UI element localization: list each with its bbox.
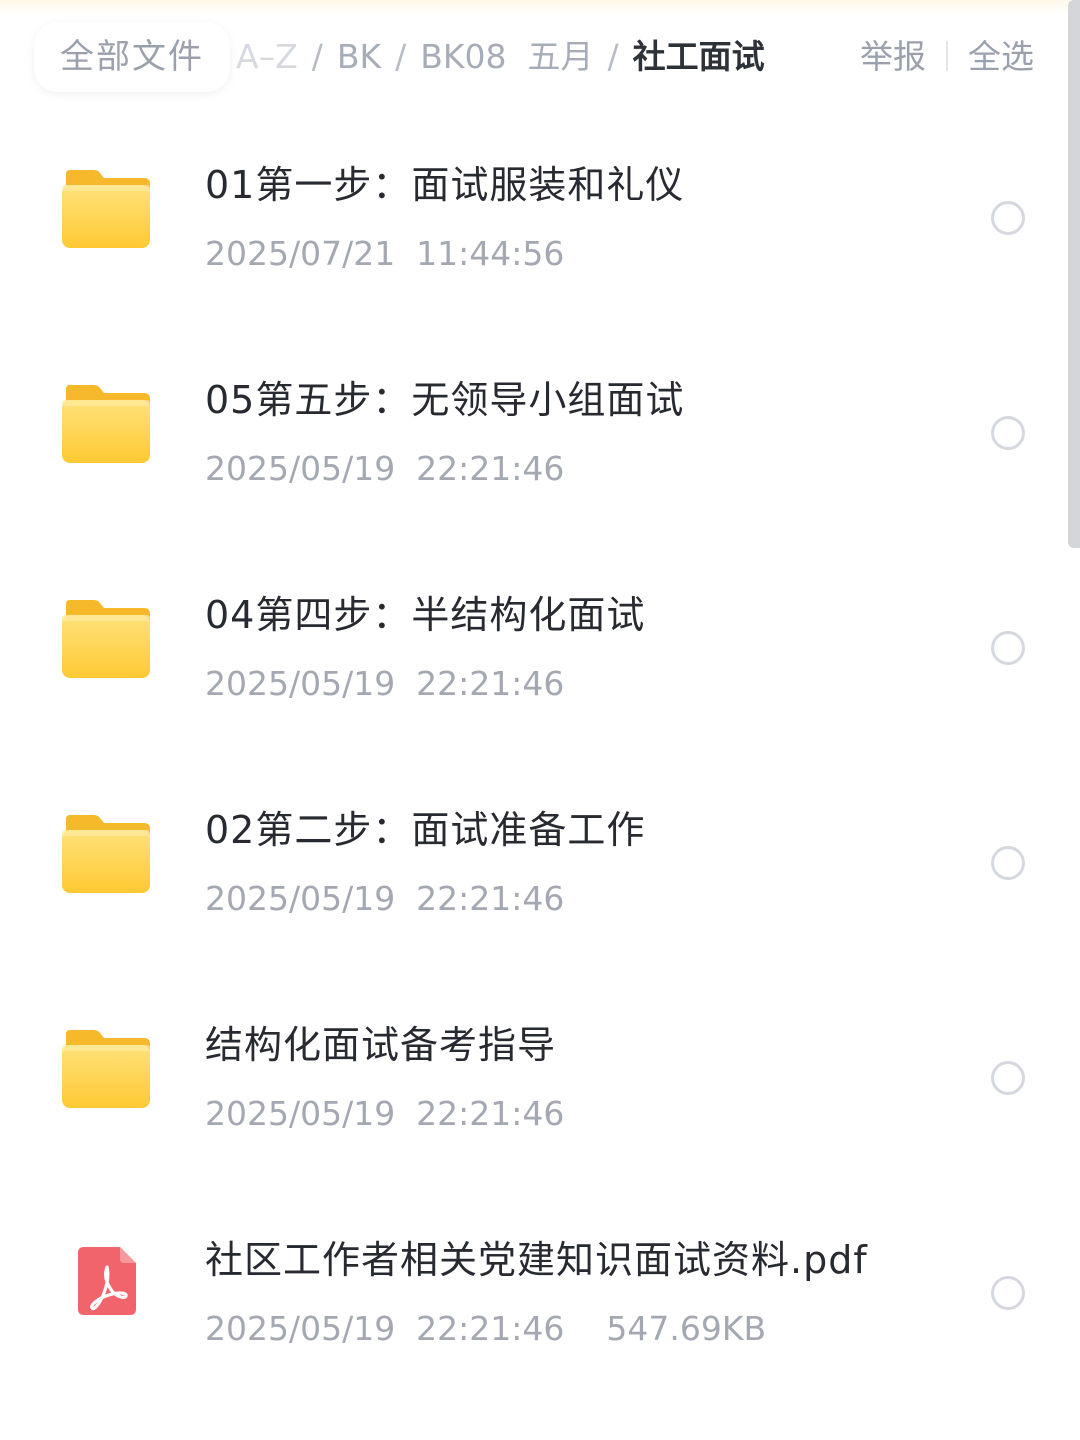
file-list-item[interactable]: 社区工作者相关党建知识面试资料.pdf 2025/05/19 22:21:46 54… (0, 1185, 1080, 1400)
file-list: 01第一步：面试服装和礼仪 2025/07/21 11:44:56 05第五步：无… (0, 110, 1080, 1400)
report-button[interactable]: 举报 (860, 37, 926, 76)
breadcrumb-item-az[interactable]: A–Z (236, 22, 298, 92)
select-radio[interactable] (991, 631, 1025, 665)
header-bar: 全部文件 A–Z / BK / BK08 五月 / 社工面试 举报 全选 (0, 20, 1080, 96)
breadcrumb-separator: / (607, 37, 619, 76)
file-modified-date: 2025/05/19 22:21:46 (205, 449, 565, 488)
file-meta: 2025/05/19 22:21:46 (205, 664, 564, 703)
breadcrumb: A–Z / BK / BK08 五月 / 社工面试 (236, 22, 765, 92)
file-list-item[interactable]: 04第四步：半结构化面试 2025/05/19 22:21:46 (0, 540, 1080, 755)
select-radio[interactable] (991, 201, 1025, 235)
file-browser-page: 全部文件 A–Z / BK / BK08 五月 / 社工面试 举报 全选 01第一步：面试服装… (0, 0, 1080, 1440)
file-name[interactable]: 02第二步：面试准备工作 (205, 799, 645, 854)
pdf-file-icon (76, 1245, 138, 1317)
select-all-button[interactable]: 全选 (968, 37, 1034, 76)
file-name[interactable]: 社区工作者相关党建知识面试资料.pdf (205, 1229, 868, 1284)
breadcrumb-item-bk[interactable]: BK (337, 22, 381, 92)
file-modified-date: 2025/07/21 11:44:56 (205, 234, 565, 273)
file-name[interactable]: 结构化面试备考指导 (205, 1014, 556, 1069)
select-radio[interactable] (991, 846, 1025, 880)
breadcrumb-separator: / (395, 37, 407, 76)
breadcrumb-current: 社工面试 (632, 37, 765, 76)
file-meta: 2025/05/19 22:21:46 (205, 449, 564, 488)
action-divider (946, 40, 948, 71)
folder-icon (60, 598, 152, 680)
file-meta: 2025/05/19 22:21:46 (205, 879, 564, 918)
file-name[interactable]: 01第一步：面试服装和礼仪 (205, 154, 684, 209)
file-list-item[interactable]: 01第一步：面试服装和礼仪 2025/07/21 11:44:56 (0, 110, 1080, 325)
file-list-item[interactable]: 结构化面试备考指导 2025/05/19 22:21:46 (0, 970, 1080, 1185)
file-list-item[interactable]: 02第二步：面试准备工作 2025/05/19 22:21:46 (0, 755, 1080, 970)
file-modified-date: 2025/05/19 22:21:46 (205, 1094, 565, 1133)
folder-icon (60, 383, 152, 465)
all-files-button[interactable]: 全部文件 (34, 22, 230, 92)
select-radio[interactable] (991, 1061, 1025, 1095)
select-radio[interactable] (991, 416, 1025, 450)
file-meta: 2025/05/19 22:21:46 (205, 1094, 564, 1133)
folder-icon (60, 813, 152, 895)
header-actions: 举报 全选 (860, 22, 1034, 92)
top-glow (0, 0, 1080, 14)
folder-icon (60, 168, 152, 250)
file-name[interactable]: 05第五步：无领导小组面试 (205, 369, 684, 424)
select-radio[interactable] (991, 1276, 1025, 1310)
folder-icon (60, 1028, 152, 1110)
file-list-item[interactable]: 05第五步：无领导小组面试 2025/05/19 22:21:46 (0, 325, 1080, 540)
file-name[interactable]: 04第四步：半结构化面试 (205, 584, 645, 639)
file-meta: 2025/07/21 11:44:56 (205, 234, 564, 273)
file-modified-date: 2025/05/19 22:21:46 (205, 1309, 565, 1348)
file-meta: 2025/05/19 22:21:46 547.69KB (205, 1309, 766, 1348)
breadcrumb-separator: / (311, 37, 323, 76)
file-modified-date: 2025/05/19 22:21:46 (205, 664, 565, 703)
file-modified-date: 2025/05/19 22:21:46 (205, 879, 565, 918)
breadcrumb-item-bk08[interactable]: BK08 五月 (420, 22, 593, 92)
file-size: 547.69KB (606, 1309, 767, 1348)
